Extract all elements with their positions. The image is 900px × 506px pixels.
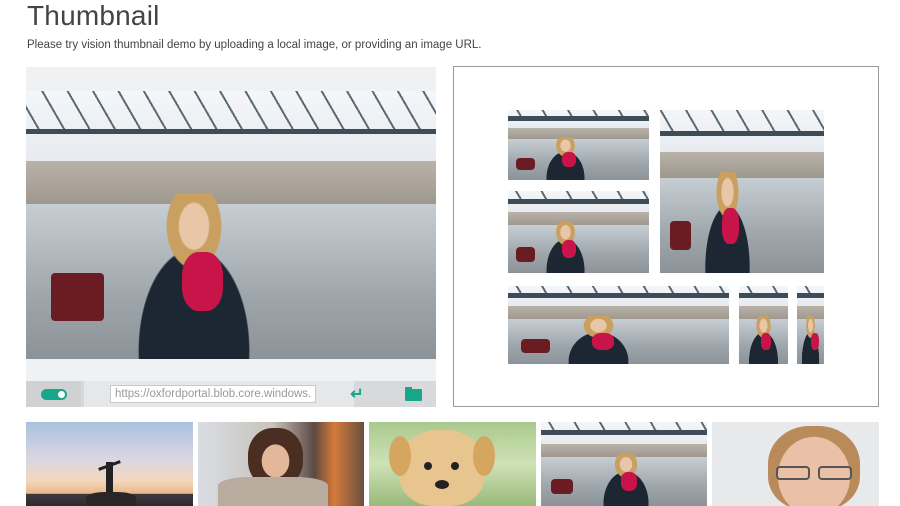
thumbnail-result xyxy=(508,191,649,273)
toggle-on-icon xyxy=(41,389,67,400)
submit-url-button[interactable]: ↵ xyxy=(332,381,382,407)
sample-image-fireplace[interactable] xyxy=(198,422,364,506)
page-subtitle: Please try vision thumbnail demo by uplo… xyxy=(27,39,482,51)
thumbnail-result xyxy=(508,110,649,180)
source-image-panel xyxy=(26,67,436,407)
image-url-input[interactable] xyxy=(110,385,316,403)
enter-arrow-icon: ↵ xyxy=(350,386,364,403)
sample-image-sunset[interactable] xyxy=(26,422,193,506)
thumbnail-results-panel xyxy=(453,66,879,407)
sample-image-river[interactable] xyxy=(541,422,707,506)
thumbnail-result xyxy=(739,286,788,364)
thumbnail-result xyxy=(797,286,824,364)
sample-image-puppy[interactable] xyxy=(369,422,536,506)
source-image xyxy=(26,91,436,359)
page-title: Thumbnail xyxy=(27,0,160,31)
sample-image-man[interactable] xyxy=(712,422,879,506)
url-field-wrapper xyxy=(84,381,354,407)
smart-crop-toggle[interactable] xyxy=(26,381,81,407)
thumbnail-result xyxy=(508,286,729,364)
upload-local-image-button[interactable] xyxy=(388,381,436,407)
thumbnail-result xyxy=(660,110,824,273)
image-input-toolbar: ↵ xyxy=(26,381,436,407)
